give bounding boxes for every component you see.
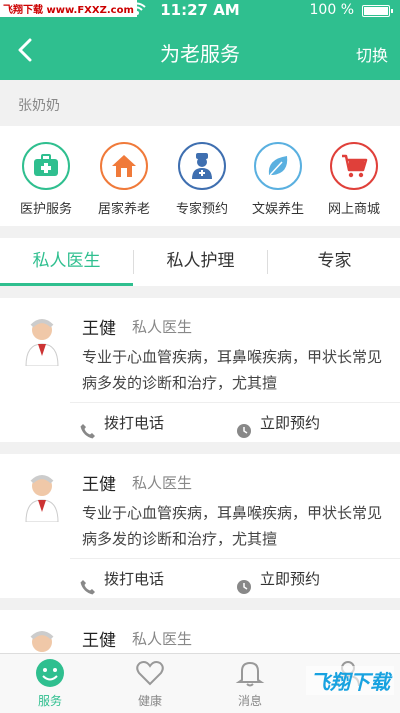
service-expert[interactable]: 专家预约 [162, 142, 242, 217]
service-leisure[interactable]: 文娱养生 [238, 142, 318, 217]
user-name: 张奶奶 [18, 98, 60, 114]
category-tabs: 私人医生 私人护理 专家 [0, 238, 400, 286]
doctor-role: 私人医生 [132, 474, 193, 492]
battery-icon [362, 5, 393, 17]
service-label: 网上商城 [327, 202, 380, 217]
smile-icon [35, 658, 65, 688]
current-user: 张奶奶 [0, 80, 400, 126]
service-label: 文娱养生 [251, 202, 304, 217]
battery-percent: 100 % [309, 2, 354, 18]
doctor-card[interactable]: 王健 私人医生 专业于心血管疾病，耳鼻喉疾病，甲状长常见病多发的诊断和治疗，尤其… [0, 454, 400, 598]
doctor-card[interactable]: 王健 私人医生 专业于心血管疾病，耳鼻喉疾病，甲状长常见病多发的诊断和治疗，尤其… [0, 298, 400, 442]
page-title: 为老服务 [160, 42, 240, 66]
service-grid: 医护服务 居家养老 专家预约 文娱养生 网上商城 [0, 126, 400, 226]
service-medical[interactable]: 医护服务 [6, 142, 86, 217]
book-button[interactable]: 立即预约 [236, 559, 320, 599]
bottom-tab-health[interactable]: 健康 [120, 658, 180, 709]
bell-icon [235, 658, 265, 688]
call-label: 拨打电话 [104, 570, 165, 588]
tab-private-nursing[interactable]: 私人护理 [134, 238, 267, 286]
service-home-care[interactable]: 居家养老 [84, 142, 164, 217]
status-bar: ppDium 11:27 AM 100 % 飞翔下载 www.FXXZ.com [0, 0, 400, 22]
cart-icon [330, 142, 378, 190]
card-actions: 拨打电话 立即预约 [70, 558, 400, 598]
site-logo: 飞翔下载 [306, 666, 394, 695]
clock-icon [236, 415, 252, 438]
leaf-icon [254, 142, 302, 190]
doctor-role: 私人医生 [132, 630, 193, 648]
book-label: 立即预约 [260, 414, 321, 432]
bottom-tab-label: 服务 [37, 694, 62, 708]
medical-kit-icon [22, 142, 70, 190]
doctor-card[interactable]: 王健 私人医生 [0, 610, 400, 653]
call-label: 拨打电话 [104, 414, 165, 432]
card-actions: 拨打电话 立即预约 [70, 402, 400, 442]
tab-private-doctor[interactable]: 私人医生 [0, 238, 133, 286]
service-label: 专家预约 [175, 202, 228, 217]
switch-button[interactable]: 切换 [356, 42, 388, 66]
bottom-tab-bar: 服务 健康 消息 飞翔下载 [0, 653, 400, 713]
service-label: 医护服务 [19, 202, 72, 217]
doctor-role: 私人医生 [132, 318, 193, 336]
book-label: 立即预约 [260, 570, 321, 588]
tab-expert[interactable]: 专家 [268, 238, 400, 286]
header: ppDium 11:27 AM 100 % 飞翔下载 www.FXXZ.com … [0, 0, 400, 80]
book-button[interactable]: 立即预约 [236, 403, 320, 443]
service-label: 居家养老 [97, 202, 150, 217]
phone-icon [80, 571, 96, 595]
bottom-tab-label: 消息 [237, 694, 262, 708]
doctor-name: 王健 [82, 475, 116, 495]
doctor-avatar [22, 472, 62, 523]
bottom-tab-label: 健康 [137, 694, 162, 708]
doctor-avatar [22, 628, 62, 653]
call-button[interactable]: 拨打电话 [80, 559, 164, 599]
nav-bar: 为老服务 切换 [0, 26, 400, 78]
watermark: 飞翔下载 www.FXXZ.com [0, 0, 137, 17]
bottom-tab-service[interactable]: 服务 [20, 658, 80, 709]
heart-icon [135, 658, 165, 688]
phone-icon [80, 415, 96, 439]
doctor-description: 专业于心血管疾病，耳鼻喉疾病，甲状长常见病多发的诊断和治疗，尤其擅 [82, 348, 383, 392]
bottom-tab-messages[interactable]: 消息 [220, 658, 280, 709]
house-icon [100, 142, 148, 190]
doctor-icon [178, 142, 226, 190]
doctor-avatar [22, 316, 62, 367]
doctor-description: 专业于心血管疾病，耳鼻喉疾病，甲状长常见病多发的诊断和治疗，尤其擅 [82, 504, 383, 548]
clock-icon [236, 571, 252, 594]
doctor-name: 王健 [82, 319, 116, 339]
call-button[interactable]: 拨打电话 [80, 403, 164, 443]
service-mall[interactable]: 网上商城 [314, 142, 394, 217]
doctor-name: 王健 [82, 631, 116, 651]
